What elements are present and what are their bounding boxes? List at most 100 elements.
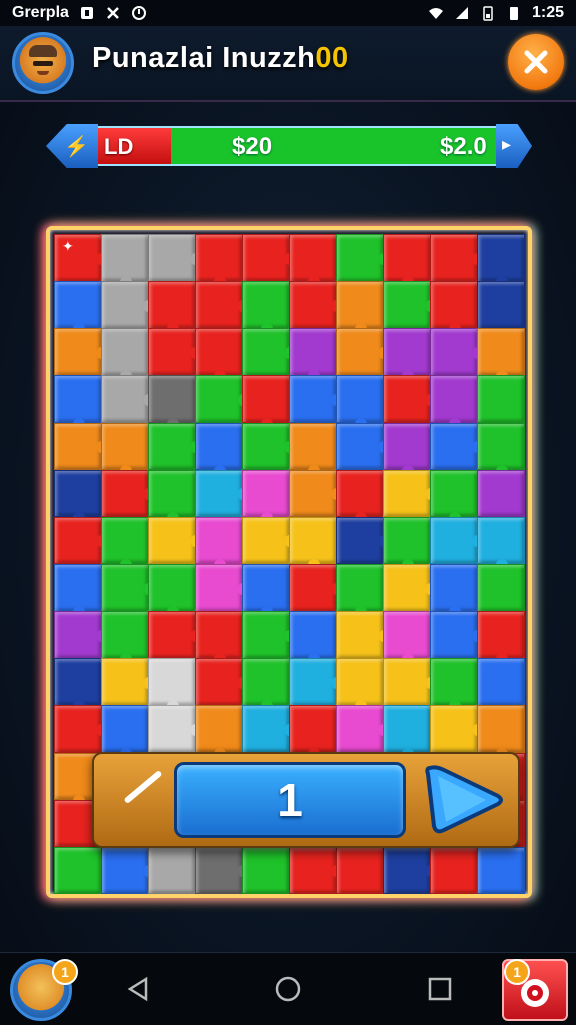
puzzle-piece[interactable] <box>54 375 102 430</box>
puzzle-piece[interactable] <box>242 846 290 894</box>
puzzle-piece[interactable] <box>195 281 249 329</box>
puzzle-piece[interactable] <box>101 846 155 894</box>
puzzle-piece[interactable] <box>148 846 196 894</box>
puzzle-piece[interactable] <box>195 422 243 477</box>
puzzle-piece[interactable] <box>54 564 102 619</box>
puzzle-piece[interactable] <box>383 846 437 894</box>
puzzle-piece[interactable] <box>430 516 484 565</box>
puzzle-piece[interactable] <box>101 375 155 424</box>
puzzle-piece[interactable] <box>242 375 290 430</box>
puzzle-piece[interactable] <box>195 846 249 894</box>
puzzle-piece[interactable] <box>336 375 384 430</box>
puzzle-piece[interactable] <box>430 564 478 619</box>
puzzle-piece[interactable] <box>289 658 343 706</box>
puzzle-piece[interactable] <box>195 658 249 706</box>
pencil-icon[interactable] <box>123 769 163 805</box>
puzzle-piece[interactable] <box>383 422 431 477</box>
puzzle-piece[interactable] <box>477 516 525 571</box>
progress-right-arrow[interactable]: ▸ <box>496 124 532 168</box>
puzzle-piece[interactable] <box>54 611 108 659</box>
puzzle-piece[interactable] <box>242 469 290 524</box>
puzzle-piece[interactable] <box>195 469 249 518</box>
puzzle-piece[interactable] <box>289 469 343 518</box>
puzzle-piece[interactable] <box>101 516 149 571</box>
puzzle-piece[interactable] <box>101 705 149 760</box>
puzzle-piece[interactable] <box>336 564 384 619</box>
puzzle-piece[interactable] <box>430 611 484 659</box>
puzzle-piece[interactable] <box>289 516 337 571</box>
puzzle-piece[interactable] <box>336 281 384 336</box>
puzzle-piece[interactable] <box>383 469 437 518</box>
puzzle-piece[interactable] <box>336 846 384 894</box>
puzzle-piece[interactable] <box>477 705 525 760</box>
puzzle-piece[interactable] <box>148 469 196 524</box>
puzzle-piece[interactable] <box>477 422 525 477</box>
puzzle-piece[interactable] <box>336 422 390 471</box>
puzzle-piece[interactable] <box>101 422 149 477</box>
player-avatar[interactable] <box>12 32 74 94</box>
puzzle-piece[interactable] <box>430 328 484 376</box>
puzzle-piece[interactable] <box>242 516 296 565</box>
puzzle-piece[interactable] <box>242 328 296 376</box>
puzzle-piece[interactable] <box>148 564 196 619</box>
puzzle-piece[interactable] <box>336 705 390 754</box>
puzzle-piece[interactable] <box>430 281 478 336</box>
puzzle-piece[interactable] <box>101 281 155 329</box>
puzzle-piece[interactable] <box>195 328 243 383</box>
home-icon[interactable] <box>274 975 302 1003</box>
puzzle-piece[interactable] <box>289 422 337 477</box>
puzzle-piece[interactable] <box>148 234 202 282</box>
puzzle-piece[interactable] <box>477 281 525 329</box>
puzzle-piece[interactable] <box>148 705 202 754</box>
puzzle-piece[interactable] <box>54 469 102 524</box>
puzzle-piece[interactable] <box>148 611 202 659</box>
puzzle-piece[interactable] <box>148 422 202 471</box>
puzzle-piece[interactable] <box>101 328 149 383</box>
puzzle-piece[interactable] <box>54 705 108 754</box>
puzzle-piece[interactable] <box>101 658 155 706</box>
puzzle-piece[interactable] <box>336 469 384 524</box>
puzzle-piece[interactable] <box>289 846 343 894</box>
puzzle-piece[interactable] <box>477 846 525 894</box>
puzzle-piece[interactable] <box>54 658 102 713</box>
puzzle-piece[interactable] <box>242 705 296 754</box>
puzzle-piece[interactable] <box>430 234 484 282</box>
puzzle-piece[interactable] <box>383 281 437 329</box>
puzzle-piece[interactable] <box>101 564 155 612</box>
puzzle-piece[interactable] <box>54 328 108 376</box>
puzzle-piece[interactable] <box>195 375 249 424</box>
puzzle-piece[interactable] <box>195 705 243 760</box>
puzzle-piece[interactable] <box>430 846 478 894</box>
puzzle-piece[interactable] <box>148 658 196 713</box>
puzzle-piece[interactable] <box>430 422 484 471</box>
puzzle-piece[interactable] <box>289 328 337 383</box>
puzzle-piece[interactable] <box>242 564 290 619</box>
puzzle-piece[interactable] <box>289 611 337 666</box>
puzzle-piece[interactable] <box>148 281 196 336</box>
puzzle-piece[interactable] <box>383 234 431 289</box>
puzzle-piece[interactable] <box>477 375 525 424</box>
puzzle-piece[interactable] <box>242 422 296 471</box>
puzzle-piece[interactable] <box>383 611 431 666</box>
recent-apps-icon[interactable] <box>426 975 454 1003</box>
puzzle-piece[interactable] <box>54 846 102 894</box>
puzzle-piece[interactable] <box>430 658 478 713</box>
puzzle-piece[interactable] <box>383 564 437 612</box>
puzzle-piece[interactable] <box>289 375 343 424</box>
puzzle-piece[interactable] <box>383 328 431 383</box>
puzzle-piece[interactable] <box>477 469 525 518</box>
puzzle-piece[interactable] <box>383 705 431 760</box>
puzzle-piece[interactable] <box>477 234 525 289</box>
puzzle-piece[interactable] <box>289 281 343 329</box>
puzzle-piece[interactable] <box>336 234 390 282</box>
puzzle-piece[interactable] <box>289 705 337 760</box>
puzzle-piece[interactable] <box>336 516 390 565</box>
puzzle-piece[interactable] <box>477 658 525 706</box>
puzzle-piece[interactable] <box>195 234 243 289</box>
puzzle-piece[interactable] <box>148 516 202 565</box>
puzzle-piece[interactable] <box>54 422 108 471</box>
puzzle-piece[interactable] <box>148 375 196 430</box>
puzzle-piece[interactable] <box>289 564 343 612</box>
puzzle-piece[interactable] <box>195 611 243 666</box>
puzzle-piece[interactable] <box>430 469 478 524</box>
